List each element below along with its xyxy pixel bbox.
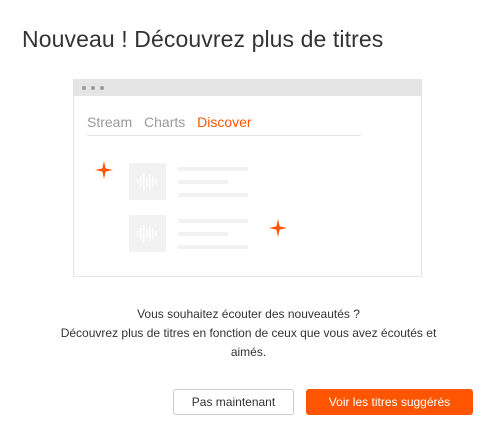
track-artwork — [129, 163, 166, 200]
placeholder-line — [178, 232, 228, 236]
not-now-button[interactable]: Pas maintenant — [173, 389, 294, 415]
waveform-icon — [137, 225, 157, 242]
sparkle-icon — [269, 219, 287, 237]
track-artwork — [129, 215, 166, 252]
message-line: aimés. — [230, 345, 267, 359]
sparkle-icon — [95, 161, 113, 179]
dialog-message: Vous souhaitez écouter des nouveautés ? … — [0, 305, 497, 362]
waveform-icon — [137, 173, 157, 190]
window-dot — [82, 86, 86, 90]
illustration-divider — [87, 135, 361, 136]
window-dot — [91, 86, 95, 90]
message-line: Découvrez plus de titres en fonction de … — [60, 326, 437, 340]
dialog-title: Nouveau ! Découvrez plus de titres — [22, 26, 384, 52]
placeholder-line — [178, 180, 228, 184]
illustration-tab-charts: Charts — [144, 114, 186, 130]
see-suggested-tracks-button[interactable]: Voir les titres suggérés — [306, 389, 473, 415]
window-dot — [100, 86, 104, 90]
placeholder-line — [178, 245, 248, 249]
discover-illustration: Stream Charts Discover — [73, 79, 422, 277]
placeholder-line — [178, 167, 248, 171]
browser-window-bar — [74, 80, 421, 96]
message-line: Vous souhaitez écouter des nouveautés ? — [137, 307, 360, 321]
illustration-tabs: Stream Charts Discover — [87, 114, 260, 130]
illustration-tab-discover: Discover — [197, 114, 252, 130]
illustration-tab-stream: Stream — [87, 114, 133, 130]
placeholder-line — [178, 193, 248, 197]
placeholder-line — [178, 219, 248, 223]
